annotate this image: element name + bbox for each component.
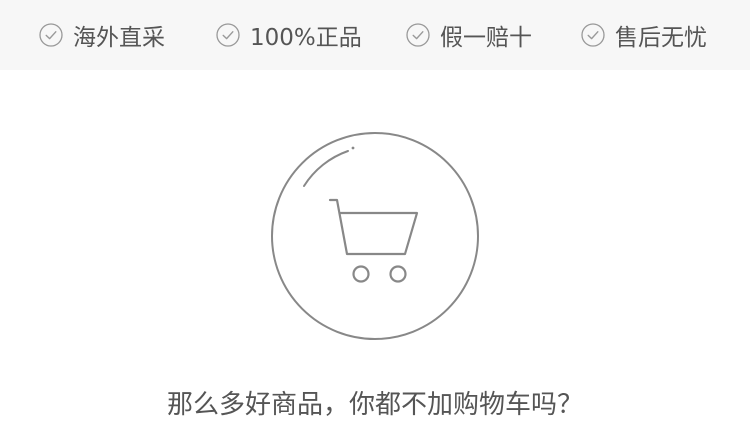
guarantee-label: 假一赔十 [440,25,532,51]
guarantee-item-overseas-sourcing: 海外直采 [39,0,165,70]
shopping-cart-icon [328,198,419,283]
guarantee-label: 海外直采 [73,25,165,51]
guarantee-label: 售后无忧 [615,25,707,51]
check-circle-icon [581,23,605,47]
guarantee-item-after-sales: 售后无忧 [581,0,707,70]
check-circle-icon [406,23,430,47]
empty-cart-illustration [271,132,479,340]
illustration-circle [271,132,479,340]
circle-highlight-dot [351,146,355,150]
check-circle-icon [39,23,63,47]
check-circle-icon [216,23,240,47]
empty-cart-message: 那么多好商品，你都不加购物车吗？ [166,390,583,420]
guarantee-item-fake-compensation: 假一赔十 [406,0,532,70]
guarantee-label: 100%正品 [250,25,362,51]
guarantee-bar: 海外直采 100%正品 假一赔十 售后无忧 [0,0,750,70]
guarantee-item-genuine: 100%正品 [216,0,362,70]
